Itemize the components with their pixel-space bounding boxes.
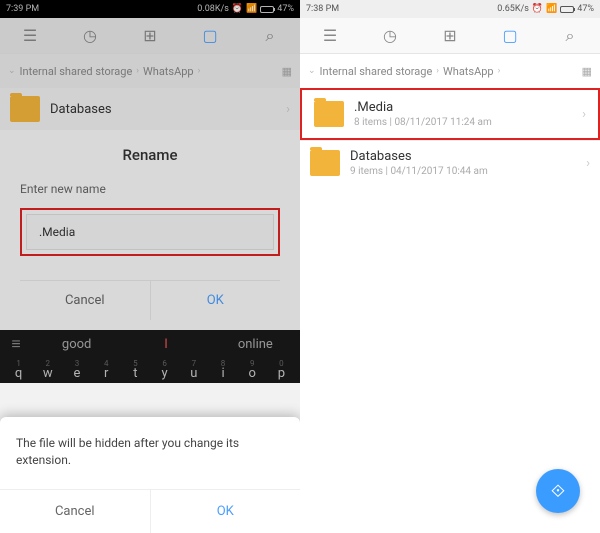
breadcrumb-sub: WhatsApp: [143, 65, 194, 78]
breadcrumb[interactable]: ⌄ Internal shared storage › WhatsApp › ▦: [300, 54, 600, 88]
key[interactable]: 4r: [92, 360, 121, 381]
rename-input[interactable]: .Media: [26, 214, 274, 250]
folder-meta: 9 items | 04/11/2017 10:44 am: [350, 166, 586, 177]
status-time: 7:39 PM: [6, 4, 39, 14]
phone-left: 7:39 PM 0.08K/s ⏰ 📶 47% ☰ ◷ ⊞ ▢ ⌕ ⌄ Inte…: [0, 0, 300, 533]
status-bar: 7:39 PM 0.08K/s ⏰ 📶 47%: [0, 0, 300, 18]
chevron-right-icon: ›: [582, 107, 586, 122]
chevron-right-icon: ›: [586, 156, 590, 171]
folder-row-media[interactable]: .Media 8 items | 08/11/2017 11:24 am ›: [304, 92, 596, 136]
clock-icon[interactable]: ◷: [80, 26, 100, 45]
alarm-icon: ⏰: [532, 4, 543, 14]
key[interactable]: 8i: [208, 360, 237, 381]
folder-name: Databases: [50, 102, 286, 117]
cancel-button[interactable]: Cancel: [20, 281, 151, 320]
popup-ok-button[interactable]: OK: [151, 490, 301, 533]
chevron-right-icon: ›: [198, 66, 201, 76]
key[interactable]: 5t: [121, 360, 150, 381]
breadcrumb-root: Internal shared storage: [320, 65, 433, 78]
chevron-down-icon: ⌄: [8, 66, 16, 76]
folder-name: .Media: [354, 100, 582, 115]
status-speed: 0.08K/s: [197, 4, 229, 14]
broom-icon: ⟐: [551, 481, 565, 502]
battery-pct: 47%: [277, 4, 294, 14]
suggestion[interactable]: online: [211, 337, 300, 352]
battery-icon: [260, 6, 274, 13]
toolbar: ☰ ◷ ⊞ ▢ ⌕: [0, 18, 300, 54]
folder-row-databases[interactable]: Databases 9 items | 04/11/2017 10:44 am …: [300, 140, 600, 185]
status-speed: 0.65K/s: [497, 4, 529, 14]
search-icon[interactable]: ⌕: [260, 26, 280, 46]
keyboard[interactable]: ≡ good I online 1q 2w 3e 4r 5t 6y 7u 8i …: [0, 330, 300, 383]
folder-icon: [314, 101, 344, 127]
key[interactable]: 3e: [62, 360, 91, 381]
chevron-down-icon: ⌄: [308, 66, 316, 76]
apps-icon[interactable]: ⊞: [140, 26, 160, 45]
folder-tab-icon[interactable]: ▢: [200, 26, 220, 45]
menu-icon[interactable]: ☰: [320, 26, 340, 45]
grid-view-icon[interactable]: ▦: [282, 65, 292, 78]
clean-fab-button[interactable]: ⟐: [536, 469, 580, 513]
key[interactable]: 0p: [267, 360, 296, 381]
suggestion[interactable]: I: [121, 337, 210, 352]
folder-meta: 8 items | 08/11/2017 11:24 am: [354, 117, 582, 128]
folder-name: Databases: [350, 149, 586, 164]
highlight-media-folder: .Media 8 items | 08/11/2017 11:24 am ›: [300, 88, 600, 140]
breadcrumb[interactable]: ⌄ Internal shared storage › WhatsApp › ▦: [0, 54, 300, 88]
breadcrumb-root: Internal shared storage: [20, 65, 133, 78]
key-row: 1q 2w 3e 4r 5t 6y 7u 8i 9o 0p: [0, 358, 300, 383]
chevron-right-icon: ›: [136, 66, 139, 76]
confirm-popup: The file will be hidden after you change…: [0, 417, 300, 533]
grid-view-icon[interactable]: ▦: [582, 65, 592, 78]
suggestion[interactable]: good: [32, 337, 121, 352]
battery-pct: 47%: [577, 4, 594, 14]
dialog-label: Enter new name: [20, 182, 280, 196]
folder-tab-icon[interactable]: ▢: [500, 26, 520, 45]
key[interactable]: 2w: [33, 360, 62, 381]
wifi-icon: 📶: [546, 4, 557, 14]
folder-icon: [310, 150, 340, 176]
chevron-right-icon: ›: [436, 66, 439, 76]
key[interactable]: 1q: [4, 360, 33, 381]
toolbar: ☰ ◷ ⊞ ▢ ⌕: [300, 18, 600, 54]
dialog-title: Rename: [20, 146, 280, 164]
battery-icon: [560, 6, 574, 13]
key[interactable]: 6y: [150, 360, 179, 381]
search-icon[interactable]: ⌕: [560, 26, 580, 46]
wifi-icon: 📶: [246, 4, 257, 14]
folder-icon: [10, 96, 40, 122]
rename-dialog: Rename Enter new name .Media Cancel OK: [0, 130, 300, 330]
ok-button[interactable]: OK: [151, 281, 281, 320]
kbd-menu-icon[interactable]: ≡: [0, 334, 32, 354]
key[interactable]: 9o: [238, 360, 267, 381]
status-bar: 7:38 PM 0.65K/s ⏰ 📶 47%: [300, 0, 600, 18]
chevron-right-icon: ›: [286, 102, 290, 117]
highlight-rename-input: .Media: [20, 208, 280, 256]
clock-icon[interactable]: ◷: [380, 26, 400, 45]
phone-right: 7:38 PM 0.65K/s ⏰ 📶 47% ☰ ◷ ⊞ ▢ ⌕ ⌄ Inte…: [300, 0, 600, 533]
folder-row-databases[interactable]: Databases ›: [0, 88, 300, 130]
chevron-right-icon: ›: [498, 66, 501, 76]
apps-icon[interactable]: ⊞: [440, 26, 460, 45]
status-time: 7:38 PM: [306, 4, 339, 14]
alarm-icon: ⏰: [232, 4, 243, 14]
popup-cancel-button[interactable]: Cancel: [0, 490, 151, 533]
menu-icon[interactable]: ☰: [20, 26, 40, 45]
popup-text: The file will be hidden after you change…: [0, 417, 300, 489]
key[interactable]: 7u: [179, 360, 208, 381]
breadcrumb-sub: WhatsApp: [443, 65, 494, 78]
